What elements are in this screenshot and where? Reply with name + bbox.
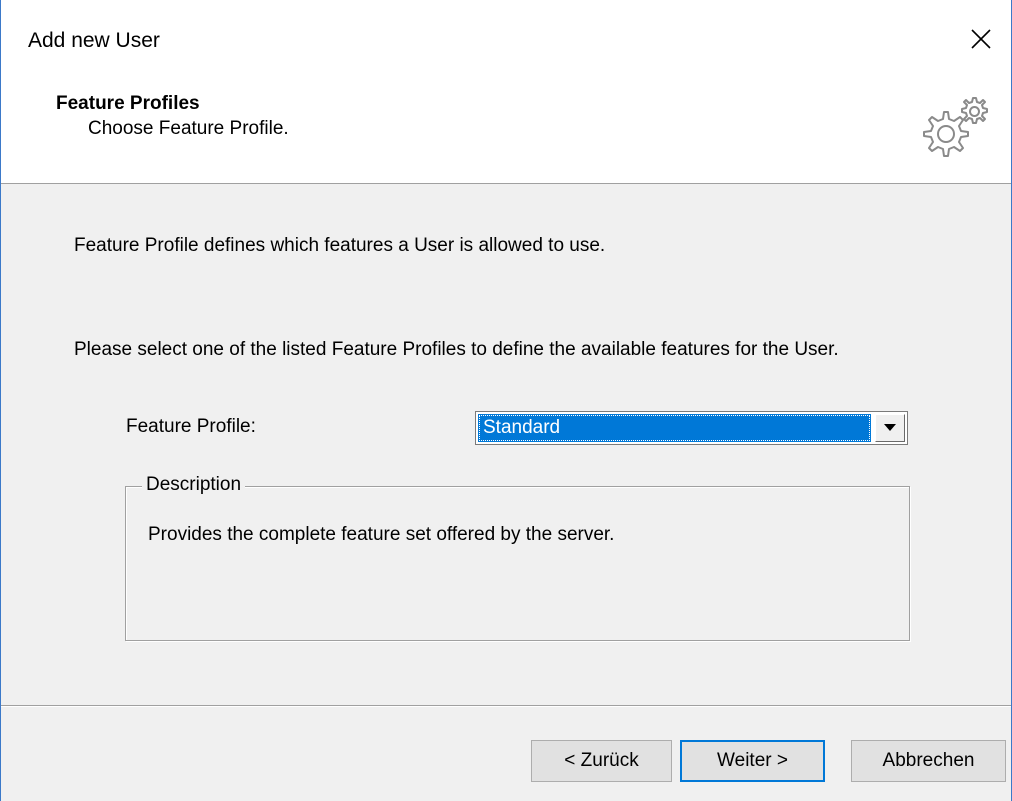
header-subtitle: Choose Feature Profile. [88,118,289,139]
description-groupbox: Description Provides the complete featur… [125,473,910,641]
wizard-footer: < Zurück Weiter > Abbrechen [1,705,1011,801]
feature-profile-selected-value[interactable]: Standard [478,414,871,442]
gears-icon [923,97,988,157]
wizard-header: Feature Profiles Choose Feature Profile. [1,80,1011,184]
close-icon [971,29,991,49]
dropdown-arrow-icon [884,424,896,431]
add-user-dialog: Add new User Feature Profiles Choose Fea… [0,0,1012,801]
title-bar: Add new User [1,0,1011,80]
dropdown-button[interactable] [875,414,905,442]
instruction-text: Please select one of the listed Feature … [74,339,839,360]
window-title: Add new User [28,29,160,52]
cancel-button[interactable]: Abbrechen [851,740,1006,782]
description-legend: Description [142,473,246,497]
intro-text: Feature Profile defines which features a… [74,235,606,256]
back-button[interactable]: < Zurück [531,740,672,782]
header-title: Feature Profiles [56,93,200,114]
feature-profile-label: Feature Profile: [126,416,256,437]
close-button[interactable] [951,14,1011,64]
next-button[interactable]: Weiter > [680,740,825,782]
wizard-content: Feature Profile defines which features a… [1,184,1011,705]
feature-profile-dropdown[interactable]: Standard [475,411,908,445]
description-text: Provides the complete feature set offere… [148,524,615,545]
